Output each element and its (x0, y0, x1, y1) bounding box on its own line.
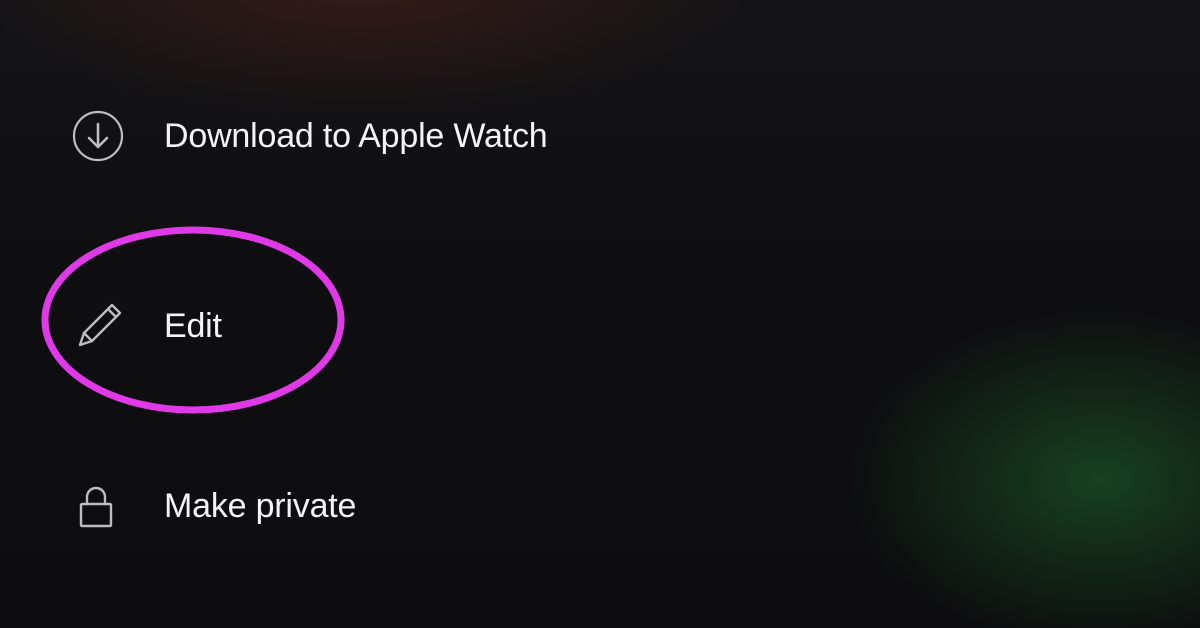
menu-item-edit[interactable]: Edit (72, 276, 547, 376)
menu-item-label: Edit (164, 307, 222, 346)
pencil-icon (72, 299, 132, 353)
download-circle-icon (72, 110, 132, 162)
menu-item-label: Make private (164, 487, 356, 526)
context-menu: Download to Apple Watch Edit Make privat… (72, 86, 547, 556)
menu-item-label: Download to Apple Watch (164, 117, 547, 156)
lock-icon (72, 480, 132, 532)
menu-item-download-apple-watch[interactable]: Download to Apple Watch (72, 86, 547, 186)
menu-item-make-private[interactable]: Make private (72, 456, 547, 556)
